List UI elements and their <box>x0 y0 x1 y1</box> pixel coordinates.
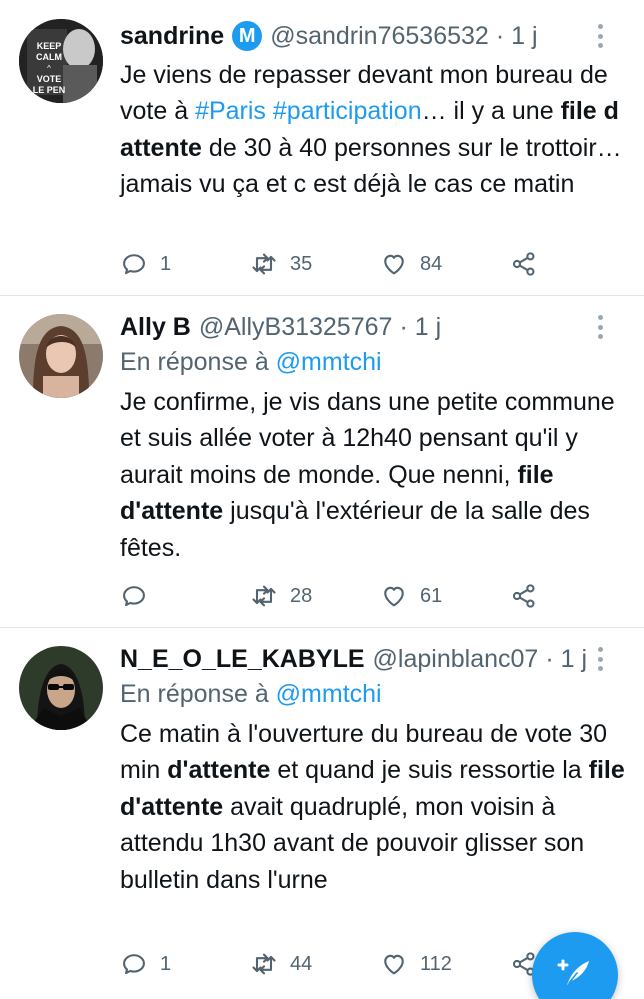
tweet-actions: 1 35 84 <box>120 246 550 282</box>
retweet-icon <box>250 250 278 278</box>
timestamp[interactable]: 1 j <box>511 19 537 53</box>
like-button[interactable]: 61 <box>380 578 442 614</box>
user-handle[interactable]: @AllyB31325767 <box>199 310 393 344</box>
like-count: 84 <box>420 252 443 275</box>
timestamp[interactable]: 1 j <box>415 310 441 344</box>
reply-count: 1 <box>160 952 172 975</box>
svg-text:VOTE: VOTE <box>37 74 62 84</box>
reply-prefix: En réponse à <box>120 348 269 376</box>
more-icon[interactable] <box>598 647 604 671</box>
retweet-button[interactable]: 28 <box>250 578 312 614</box>
avatar[interactable] <box>19 646 103 730</box>
compose-tweet-icon <box>555 953 595 998</box>
reply-icon <box>120 250 148 278</box>
user-handle[interactable]: @sandrin76536532 <box>270 19 489 53</box>
reply-button[interactable]: 1 <box>120 246 171 282</box>
reply-context: En réponse à @mmtchi <box>120 676 626 712</box>
share-button[interactable] <box>510 578 538 614</box>
separator: · <box>399 313 408 341</box>
share-icon <box>510 582 538 610</box>
tweet-text: Ce matin à l'ouverture du bureau de vote… <box>120 720 625 894</box>
retweet-count: 35 <box>290 252 313 275</box>
reply-button[interactable]: 1 <box>120 946 171 982</box>
more-icon[interactable] <box>598 24 604 48</box>
display-name[interactable]: sandrine <box>120 19 224 53</box>
share-icon <box>510 250 538 278</box>
like-count: 112 <box>420 952 452 975</box>
hashtag-link[interactable]: #participation <box>273 97 422 125</box>
hashtag-link[interactable]: #Paris <box>195 97 266 125</box>
more-icon[interactable] <box>598 315 604 339</box>
avatar[interactable] <box>19 314 103 398</box>
reply-count: 1 <box>160 252 172 275</box>
display-name[interactable]: N_E_O_LE_KABYLE <box>120 642 365 676</box>
separator: · <box>495 22 505 50</box>
tweet[interactable]: Ally B @AllyB31325767 · 1 j En réponse à… <box>0 296 644 628</box>
like-icon <box>380 950 408 978</box>
separator: · <box>545 645 554 673</box>
mention-link[interactable]: @mmtchi <box>276 680 382 708</box>
verified-badge-icon: M <box>232 21 263 51</box>
svg-text:LE PEN: LE PEN <box>33 85 66 95</box>
tweet-header: Ally B @AllyB31325767 · 1 j <box>120 310 626 344</box>
retweet-button[interactable]: 44 <box>250 946 312 982</box>
like-button[interactable]: 84 <box>380 246 442 282</box>
reply-icon <box>120 950 148 978</box>
tweet-header: sandrine M @sandrin76536532 · 1 j <box>120 19 626 53</box>
avatar-image <box>19 314 103 398</box>
tweet[interactable]: KEEP CALM ^ VOTE LE PEN sandrine M @sand… <box>0 0 644 296</box>
avatar-image: KEEP CALM ^ VOTE LE PEN <box>19 19 103 103</box>
reply-button[interactable] <box>120 578 160 614</box>
svg-text:CALM: CALM <box>36 52 62 62</box>
avatar[interactable]: KEEP CALM ^ VOTE LE PEN <box>19 19 103 103</box>
retweet-count: 28 <box>290 584 313 607</box>
avatar-image <box>19 646 103 730</box>
user-handle[interactable]: @lapinblanc07 <box>373 642 539 676</box>
retweet-button[interactable]: 35 <box>250 246 312 282</box>
share-button[interactable] <box>510 246 538 282</box>
svg-text:KEEP: KEEP <box>37 41 62 51</box>
like-button[interactable]: 112 <box>380 946 452 982</box>
svg-text:^: ^ <box>47 64 51 73</box>
tweet-actions: 28 61 <box>120 578 550 614</box>
like-icon <box>380 582 408 610</box>
timestamp[interactable]: 1 j <box>561 642 587 676</box>
retweet-icon <box>250 582 278 610</box>
retweet-count: 44 <box>290 952 313 975</box>
reply-icon <box>120 582 148 610</box>
tweet-text: Je confirme, je vis dans une petite comm… <box>120 388 615 562</box>
like-icon <box>380 250 408 278</box>
display-name[interactable]: Ally B <box>120 310 191 344</box>
reply-prefix: En réponse à <box>120 680 269 708</box>
retweet-icon <box>250 950 278 978</box>
tweet-text: Je viens de repasser devant mon bureau d… <box>120 61 622 199</box>
reply-context: En réponse à @mmtchi <box>120 344 626 380</box>
like-count: 61 <box>420 584 443 607</box>
mention-link[interactable]: @mmtchi <box>276 348 382 376</box>
tweet-header: N_E_O_LE_KABYLE @lapinblanc07 · 1 j <box>120 642 626 676</box>
tweet-actions: 1 44 112 <box>120 946 550 982</box>
